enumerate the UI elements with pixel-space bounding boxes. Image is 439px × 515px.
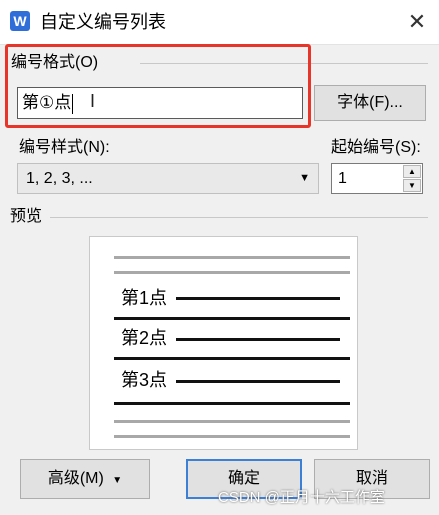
triangle-down-icon[interactable]: ▼	[403, 179, 421, 192]
preview-text-line	[114, 317, 350, 320]
preview-gray-line	[114, 256, 350, 259]
title-bar: W 自定义编号列表 ✕	[0, 0, 439, 45]
preview-gray-line	[114, 271, 350, 274]
number-style-value: 1, 2, 3, ...	[26, 170, 93, 187]
number-style-label: 编号样式(N):	[19, 139, 110, 156]
font-button[interactable]: 字体(F)...	[314, 85, 426, 121]
preview-divider	[50, 217, 428, 218]
advanced-button-label: 高级(M)	[47, 470, 104, 487]
close-button[interactable]: ✕	[395, 0, 439, 44]
csdn-watermark: CSDN @正月十六工作室	[218, 489, 385, 506]
preview-item-label: 第1点	[121, 288, 168, 308]
highlight-box	[5, 44, 311, 128]
preview-gray-line	[114, 435, 350, 438]
preview-item-label: 第3点	[121, 370, 168, 390]
preview-item-label: 第2点	[121, 328, 168, 348]
preview-text-line	[176, 380, 340, 383]
preview-text-line	[176, 338, 340, 341]
preview-text-line	[114, 402, 350, 405]
triangle-up-icon[interactable]: ▲	[403, 165, 421, 178]
preview-text-line	[114, 357, 350, 360]
start-number-label: 起始编号(S):	[331, 139, 421, 156]
preview-text-line	[176, 297, 340, 300]
start-number-spinner[interactable]: 1 ▲ ▼	[331, 163, 423, 194]
preview-label: 预览	[10, 208, 43, 225]
wps-app-icon: W	[10, 11, 30, 31]
chevron-down-icon: ▼	[299, 172, 310, 184]
advanced-button[interactable]: 高级(M) ▼	[20, 459, 150, 499]
chevron-down-icon: ▼	[112, 475, 123, 486]
number-style-select[interactable]: 1, 2, 3, ... ▼	[17, 163, 319, 194]
preview-box: 第1点 第2点 第3点	[89, 236, 358, 450]
close-icon: ✕	[407, 9, 427, 34]
dialog-title: 自定义编号列表	[40, 12, 166, 32]
preview-gray-line	[114, 420, 350, 423]
start-number-value: 1	[338, 170, 347, 187]
